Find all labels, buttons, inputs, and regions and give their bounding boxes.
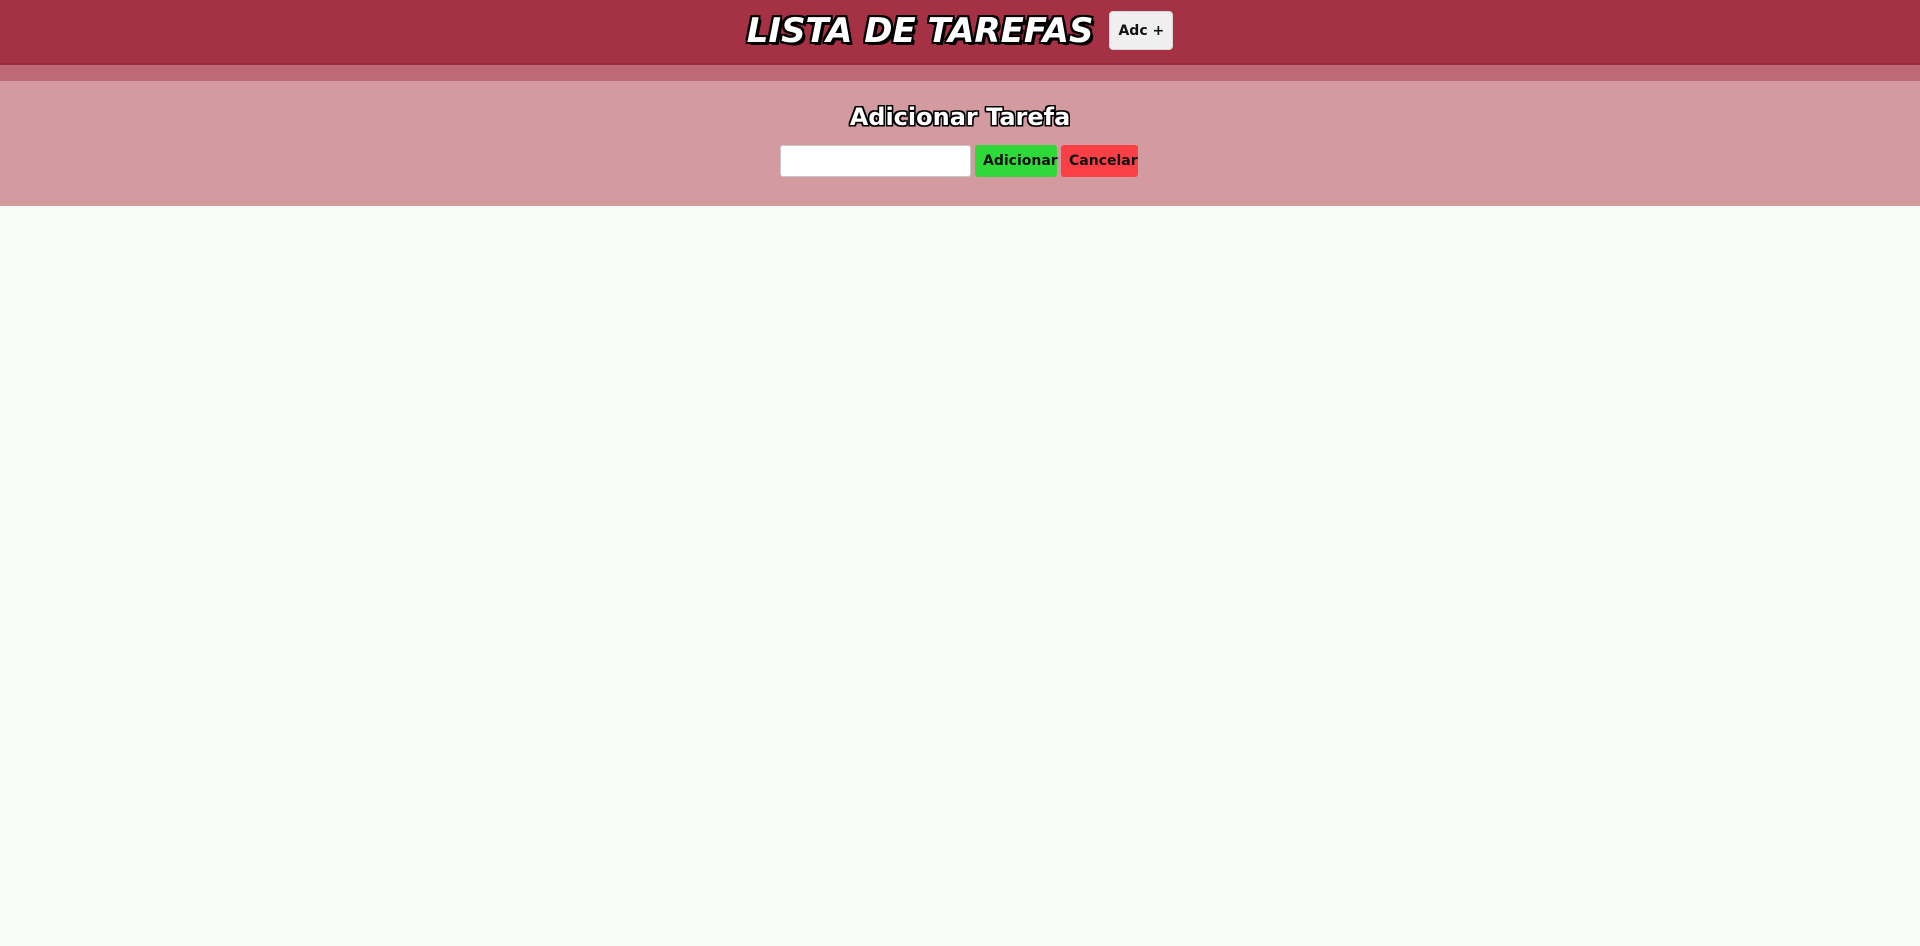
app-header: LISTA DE TAREFAS Adc + <box>0 0 1920 65</box>
app-title: LISTA DE TAREFAS <box>746 10 1094 51</box>
add-task-form: Adicionar Cancelar <box>780 145 1138 177</box>
add-button[interactable]: Adicionar <box>975 145 1058 177</box>
header-divider <box>0 65 1920 81</box>
add-task-title: Adicionar Tarefa <box>849 103 1071 131</box>
task-input[interactable] <box>780 145 971 177</box>
cancel-button[interactable]: Cancelar <box>1061 145 1138 177</box>
add-task-panel: Adicionar Tarefa Adicionar Cancelar <box>0 81 1920 206</box>
add-toggle-button[interactable]: Adc + <box>1109 11 1174 50</box>
